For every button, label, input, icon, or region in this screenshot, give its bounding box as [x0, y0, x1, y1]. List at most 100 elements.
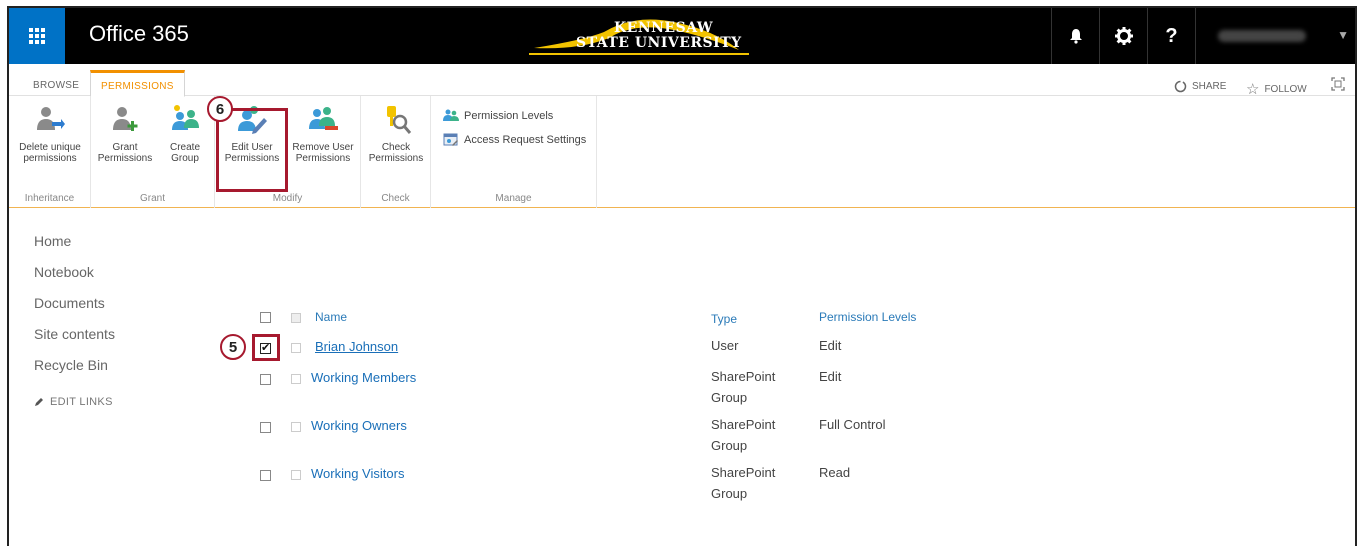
level-cell: Edit [819, 338, 842, 353]
left-navigation: Home Notebook Documents Site contents Re… [34, 233, 115, 408]
access-request-settings-button[interactable]: Access Request Settings [443, 132, 586, 148]
check-label-1: Check [381, 142, 411, 153]
help-button[interactable]: ? [1147, 8, 1195, 64]
focus-mode-button[interactable] [1331, 77, 1345, 91]
tab-permissions[interactable]: PERMISSIONS [90, 70, 185, 97]
nav-item-home[interactable]: Home [34, 233, 115, 264]
group-link-working-visitors[interactable]: Working Visitors [311, 466, 404, 481]
type-cell-line-2: Group [711, 390, 748, 405]
create-group-button[interactable]: Create Group [159, 98, 211, 164]
group-create-icon [169, 104, 201, 136]
access-request-icon [443, 133, 458, 146]
nav-item-documents[interactable]: Documents [34, 295, 115, 326]
permission-levels-label: Permission Levels [464, 110, 554, 122]
delete-unique-label-1: Delete unique [19, 142, 81, 153]
user-name-blurred [1218, 30, 1306, 42]
group-link-working-members[interactable]: Working Members [311, 370, 416, 385]
permission-levels-button[interactable]: Permission Levels [443, 109, 553, 123]
header-item-checkbox[interactable] [291, 313, 301, 323]
grant-permissions-button[interactable]: Grant Permissions [95, 98, 155, 164]
user-remove-icon [307, 104, 339, 136]
tab-browse[interactable]: BROWSE [23, 74, 89, 96]
settings-button[interactable] [1099, 8, 1147, 64]
user-add-icon [109, 104, 141, 136]
column-header-name[interactable]: Name [315, 310, 347, 324]
university-logo: KENNESAW STATE UNIVERSITY [524, 10, 754, 62]
ribbon-tab-bar: BROWSE PERMISSIONS SHARE ☆ FOLLOW [9, 64, 1355, 98]
ribbon-group-inheritance: Delete unique permissions Inheritance [9, 96, 91, 208]
column-header-permission-levels[interactable]: Permission Levels [819, 310, 916, 324]
type-cell: User [711, 338, 739, 353]
row-select-box[interactable] [291, 470, 301, 480]
nav-item-site-contents[interactable]: Site contents [34, 326, 115, 357]
user-menu[interactable]: ▼ [1195, 8, 1355, 64]
brand-title[interactable]: Office 365 [89, 21, 189, 47]
level-cell: Edit [819, 369, 842, 384]
notifications-button[interactable] [1051, 8, 1099, 64]
follow-label: FOLLOW [1264, 83, 1307, 95]
create-group-label-1: Create [169, 142, 200, 153]
group-label-manage: Manage [495, 193, 532, 204]
share-button[interactable]: SHARE [1174, 80, 1226, 93]
type-cell-line-1: SharePoint [711, 369, 776, 384]
app-launcher-button[interactable] [9, 8, 65, 64]
remove-user-permissions-button[interactable]: Remove User Permissions [289, 98, 357, 164]
group-label-grant: Grant [139, 193, 165, 204]
users-delete-icon [34, 104, 66, 136]
step-6-badge: 6 [207, 96, 233, 122]
ribbon-group-check: Check Permissions Check [361, 96, 431, 208]
row-select-box[interactable] [291, 374, 301, 384]
edit-user-permissions-highlight [216, 108, 288, 192]
group-link-working-owners[interactable]: Working Owners [311, 418, 407, 433]
type-cell-line-2: Group [711, 438, 748, 453]
share-label: SHARE [1192, 81, 1227, 92]
suite-bar: Office 365 KENNESAW STATE UNIVERSITY ? ▼ [9, 8, 1355, 64]
logo-line-1: KENNESAW [614, 20, 714, 36]
level-cell: Read [819, 465, 851, 480]
permission-levels-icon [443, 109, 459, 121]
group-label-inheritance: Inheritance [24, 193, 75, 204]
ribbon: Delete unique permissions Inheritance Gr… [9, 96, 1355, 208]
group-label-modify: Modify [272, 193, 303, 204]
check-label-2: Permissions [368, 153, 424, 164]
ribbon-group-grant: Grant Permissions Create Group Grant [91, 96, 215, 208]
edit-links-button[interactable]: EDIT LINKS [34, 396, 115, 408]
grant-label-2: Permissions [97, 153, 153, 164]
delete-unique-permissions-button[interactable]: Delete unique permissions [15, 98, 85, 164]
user-link-brian-johnson[interactable]: Brian Johnson [315, 339, 398, 354]
edit-links-label: EDIT LINKS [50, 396, 113, 408]
create-group-label-2: Group [171, 153, 199, 164]
brian-johnson-checkbox-highlight [252, 334, 280, 361]
bell-icon [1069, 29, 1082, 44]
pencil-icon [35, 398, 43, 406]
type-cell-line-2: Group [711, 486, 748, 501]
row-checkbox-working-owners[interactable] [260, 422, 271, 433]
ribbon-group-manage: Permission Levels Access Request Setting… [431, 96, 597, 208]
check-permissions-button[interactable]: Check Permissions [365, 98, 427, 164]
row-select-box[interactable] [291, 422, 301, 432]
access-request-label: Access Request Settings [464, 134, 587, 146]
row-select-box[interactable] [291, 343, 301, 353]
delete-unique-label-2: permissions [23, 153, 77, 164]
chevron-down-icon: ▼ [1337, 28, 1349, 42]
type-cell-line-1: SharePoint [711, 417, 776, 432]
waffle-icon [29, 28, 45, 44]
gear-icon [1114, 27, 1133, 45]
type-cell-line-1: SharePoint [711, 465, 776, 480]
select-all-checkbox[interactable] [260, 312, 271, 323]
nav-item-recycle-bin[interactable]: Recycle Bin [34, 357, 115, 388]
focus-icon [1331, 77, 1345, 91]
sharepoint-window: Office 365 KENNESAW STATE UNIVERSITY ? ▼… [7, 6, 1357, 546]
column-header-type[interactable]: Type [711, 312, 737, 326]
remove-user-label-2: Permissions [295, 153, 351, 164]
magnifier-key-icon [380, 104, 412, 136]
remove-user-label-1: Remove User [292, 142, 354, 153]
row-checkbox-working-visitors[interactable] [260, 470, 271, 481]
row-checkbox-working-members[interactable] [260, 374, 271, 385]
grant-label-1: Grant [112, 142, 138, 153]
group-label-check: Check [381, 193, 410, 204]
nav-item-notebook[interactable]: Notebook [34, 264, 115, 295]
share-icon [1174, 80, 1187, 93]
logo-line-2: STATE UNIVERSITY [576, 35, 742, 51]
level-cell: Full Control [819, 417, 886, 432]
